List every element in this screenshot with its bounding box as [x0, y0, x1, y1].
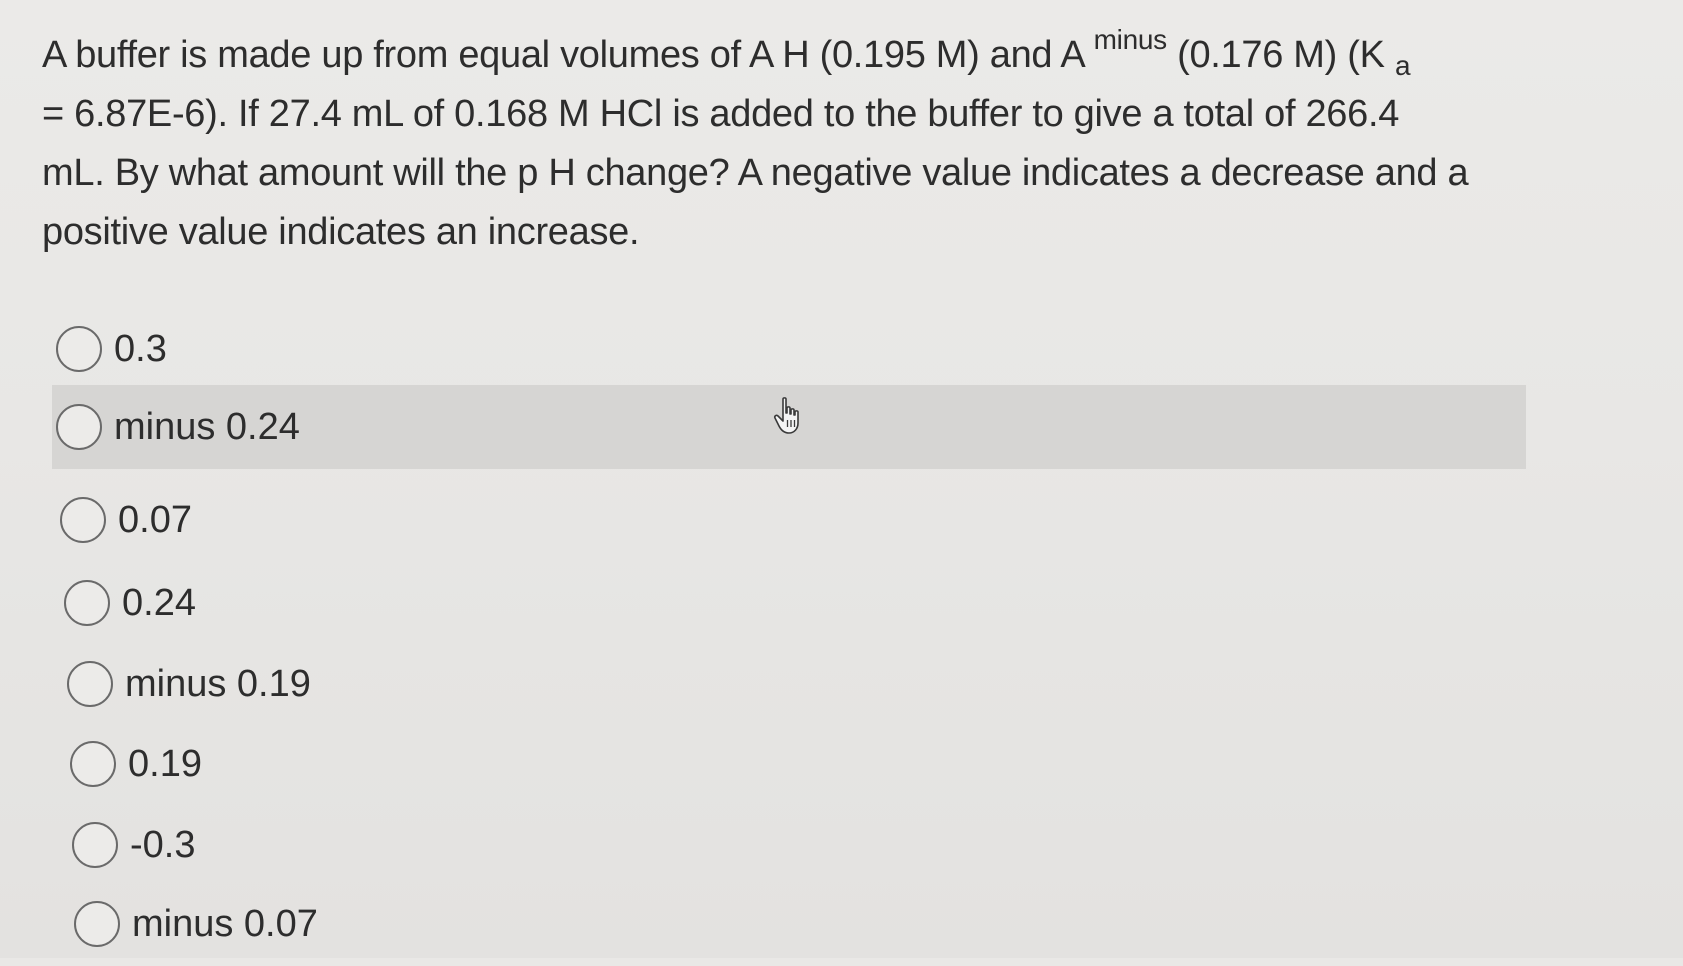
- quiz-page: A buffer is made up from equal volumes o…: [0, 0, 1683, 958]
- answer-options: 0.3 minus 0.24 0.07 0.24 minus 0.19 0.19…: [0, 0, 1683, 958]
- radio-button[interactable]: [60, 497, 106, 543]
- answer-option[interactable]: -0.3: [72, 803, 1526, 887]
- answer-option-label: 0.24: [122, 581, 196, 624]
- answer-option[interactable]: 0.3: [56, 307, 1526, 391]
- radio-button[interactable]: [56, 404, 102, 450]
- radio-button[interactable]: [64, 580, 110, 626]
- answer-option[interactable]: 0.24: [64, 561, 1526, 645]
- answer-option[interactable]: 0.19: [70, 722, 1526, 806]
- answer-option-label: minus 0.19: [125, 662, 311, 705]
- answer-option-label: -0.3: [130, 823, 196, 866]
- hand-pointer-icon: [773, 397, 799, 434]
- answer-option-label: 0.3: [114, 327, 167, 370]
- answer-option-label: minus 0.07: [132, 902, 318, 945]
- answer-option-label: minus 0.24: [114, 405, 300, 448]
- radio-button[interactable]: [72, 822, 118, 868]
- answer-option[interactable]: minus 0.07: [74, 882, 1526, 966]
- answer-option[interactable]: minus 0.19: [67, 642, 1526, 726]
- radio-button[interactable]: [67, 661, 113, 707]
- radio-button[interactable]: [74, 901, 120, 947]
- radio-button[interactable]: [56, 326, 102, 372]
- answer-option-label: 0.07: [118, 498, 192, 541]
- answer-option-label: 0.19: [128, 742, 202, 785]
- answer-option[interactable]: 0.07: [60, 478, 1526, 562]
- radio-button[interactable]: [70, 741, 116, 787]
